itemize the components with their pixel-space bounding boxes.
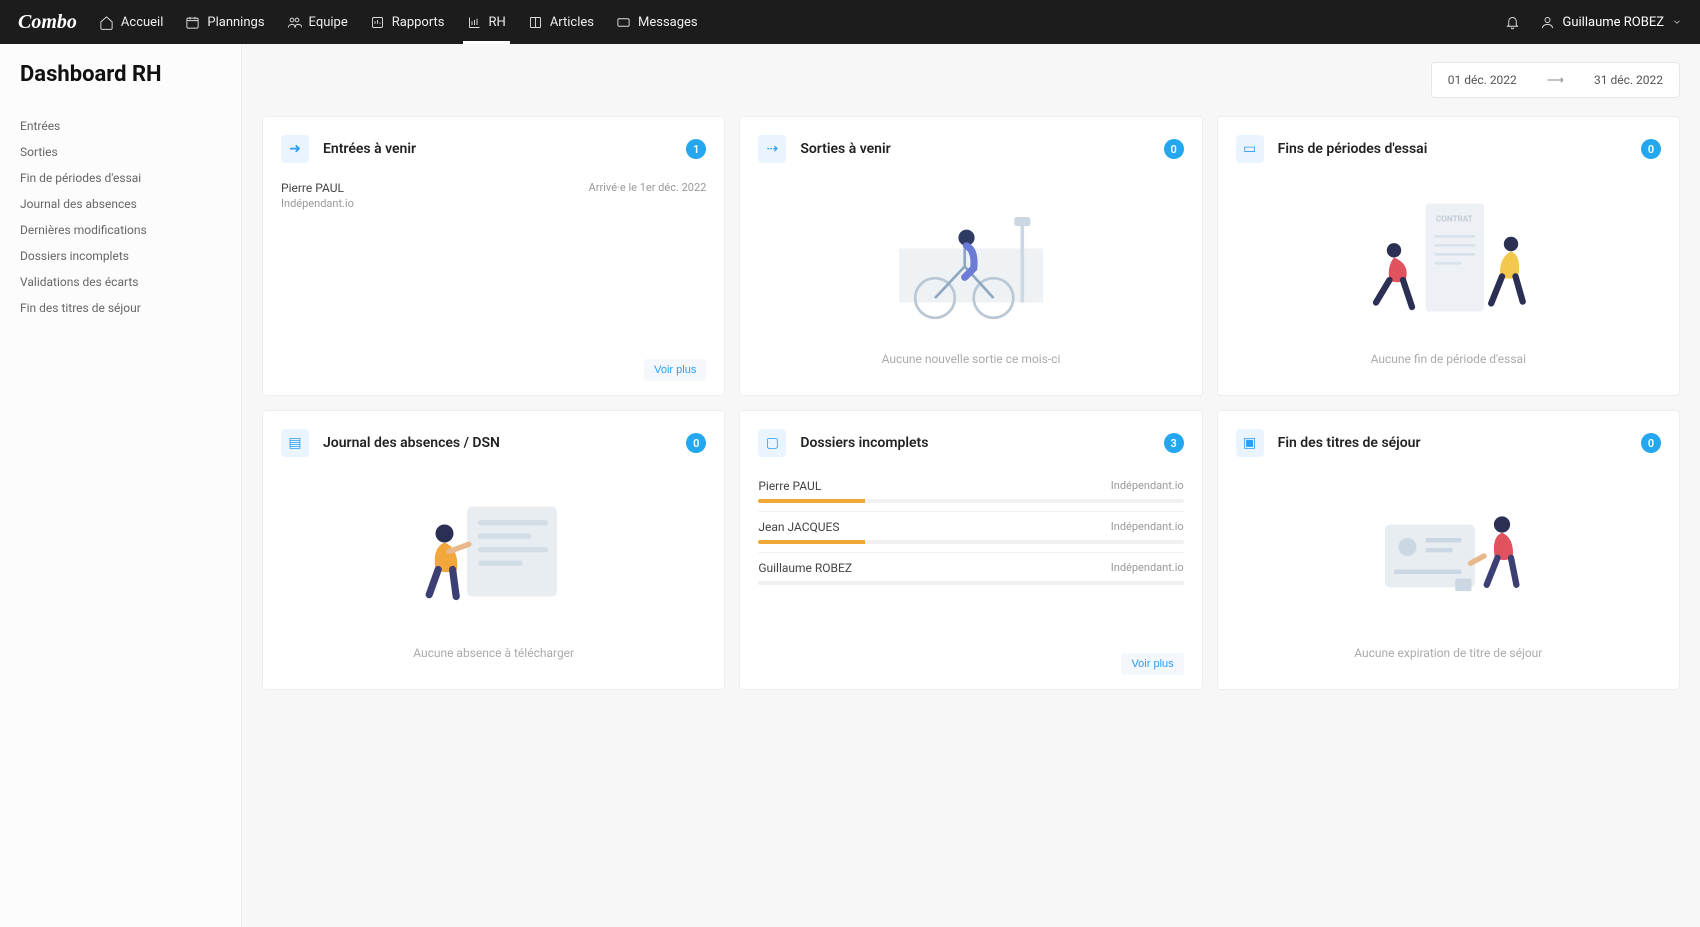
- logout-icon: ⇢: [758, 135, 786, 163]
- sidebar-item-modifications[interactable]: Dernières modifications: [20, 217, 221, 243]
- card-dossiers-count: 3: [1164, 433, 1184, 453]
- voir-plus-button[interactable]: Voir plus: [644, 359, 706, 381]
- main-content: 01 déc. 2022 ⟶ 31 déc. 2022 ➜ Entrées à …: [242, 44, 1700, 927]
- list-item[interactable]: Pierre PAUL Indépendant.io: [758, 471, 1183, 511]
- folder-icon: ▢: [758, 429, 786, 457]
- nav-articles[interactable]: Articles: [528, 0, 594, 44]
- nav-rh[interactable]: RH: [467, 0, 506, 44]
- card-sorties-count: 0: [1164, 139, 1184, 159]
- sidebar-item-entrees[interactable]: Entrées: [20, 113, 221, 139]
- list-item[interactable]: Pierre PAUL Indépendant.io Arrivé·e le 1…: [281, 177, 706, 214]
- dossier-loc: Indépendant.io: [1111, 479, 1184, 493]
- card-essai-title: Fins de périodes d'essai: [1278, 141, 1627, 157]
- id-illustration: [1358, 486, 1538, 626]
- nav-plannings[interactable]: Plannings: [185, 0, 264, 44]
- nav-home-label: Accueil: [121, 15, 163, 30]
- sidebar-item-sejour[interactable]: Fin des titres de séjour: [20, 295, 221, 321]
- sidebar-item-ecarts[interactable]: Validations des écarts: [20, 269, 221, 295]
- voir-plus-button[interactable]: Voir plus: [1121, 653, 1183, 675]
- nav-plannings-label: Plannings: [207, 15, 264, 30]
- main-nav: Accueil Plannings Equipe Rapports RH Art…: [99, 0, 698, 44]
- chevron-down-icon: [1672, 17, 1682, 27]
- document-icon: ▤: [281, 429, 309, 457]
- card-absences-title: Journal des absences / DSN: [323, 435, 672, 451]
- date-from: 01 déc. 2022: [1448, 73, 1517, 87]
- bell-icon[interactable]: [1505, 15, 1520, 30]
- nav-reports-label: Rapports: [392, 15, 445, 30]
- nav-home[interactable]: Accueil: [99, 0, 163, 44]
- sidebar-list: Entrées Sorties Fin de périodes d'essai …: [20, 113, 221, 321]
- card-essai: ▭ Fins de périodes d'essai 0 CONTRAT: [1217, 116, 1680, 396]
- card-entrees-title: Entrées à venir: [323, 141, 672, 157]
- card-sejour-title: Fin des titres de séjour: [1278, 435, 1627, 451]
- card-absences: ▤ Journal des absences / DSN 0: [262, 410, 725, 690]
- bicycle-illustration: [881, 192, 1061, 332]
- list-illustration: [404, 486, 584, 626]
- arrow-right-icon: ⟶: [1547, 73, 1564, 87]
- sidebar-item-absences[interactable]: Journal des absences: [20, 191, 221, 217]
- card-dossiers: ▢ Dossiers incomplets 3 Pierre PAUL Indé…: [739, 410, 1202, 690]
- briefcase-icon: ▭: [1236, 135, 1264, 163]
- nav-articles-label: Articles: [550, 15, 594, 30]
- svg-text:CONTRAT: CONTRAT: [1436, 214, 1473, 224]
- logo[interactable]: Combo: [18, 11, 77, 34]
- contract-illustration: CONTRAT: [1358, 192, 1538, 332]
- date-to: 31 déc. 2022: [1594, 73, 1663, 87]
- top-header: Combo Accueil Plannings Equipe Rapports …: [0, 0, 1700, 44]
- card-sejour-count: 0: [1641, 433, 1661, 453]
- nav-team-label: Equipe: [309, 15, 348, 30]
- card-essai-count: 0: [1641, 139, 1661, 159]
- date-range-picker[interactable]: 01 déc. 2022 ⟶ 31 déc. 2022: [1431, 62, 1680, 98]
- empty-text: Aucune nouvelle sortie ce mois-ci: [882, 352, 1061, 366]
- card-entrees: ➜ Entrées à venir 1 Pierre PAUL Indépend…: [262, 116, 725, 396]
- list-item[interactable]: Jean JACQUES Indépendant.io: [758, 511, 1183, 552]
- dossier-name: Jean JACQUES: [758, 520, 839, 534]
- empty-text: Aucune expiration de titre de séjour: [1354, 646, 1542, 660]
- sidebar: Dashboard RH Entrées Sorties Fin de péri…: [0, 44, 242, 927]
- nav-messages-label: Messages: [638, 15, 698, 30]
- nav-messages[interactable]: Messages: [616, 0, 698, 44]
- sidebar-item-dossiers[interactable]: Dossiers incomplets: [20, 243, 221, 269]
- card-entrees-count: 1: [686, 139, 706, 159]
- card-dossiers-title: Dossiers incomplets: [800, 435, 1149, 451]
- card-sejour: ▣ Fin des titres de séjour 0: [1217, 410, 1680, 690]
- entry-name: Pierre PAUL: [281, 181, 354, 195]
- nav-reports[interactable]: Rapports: [370, 0, 445, 44]
- progress-bar: [758, 499, 1183, 503]
- empty-text: Aucune absence à télécharger: [413, 646, 574, 660]
- page-title: Dashboard RH: [20, 62, 221, 87]
- dossier-loc: Indépendant.io: [1111, 520, 1184, 534]
- book-icon: [528, 15, 543, 30]
- card-sorties: ⇢ Sorties à venir 0: [739, 116, 1202, 396]
- nav-team[interactable]: Equipe: [287, 0, 348, 44]
- reports-icon: [370, 15, 385, 30]
- home-icon: [99, 15, 114, 30]
- user-name: Guillaume ROBEZ: [1563, 15, 1665, 30]
- team-icon: [287, 15, 302, 30]
- message-icon: [616, 15, 631, 30]
- login-icon: ➜: [281, 135, 309, 163]
- entry-loc: Indépendant.io: [281, 197, 354, 210]
- sidebar-item-sorties[interactable]: Sorties: [20, 139, 221, 165]
- entry-detail: Arrivé·e le 1er déc. 2022: [589, 181, 707, 210]
- card-sorties-title: Sorties à venir: [800, 141, 1149, 157]
- chart-icon: [467, 15, 482, 30]
- calendar-icon: [185, 15, 200, 30]
- progress-bar: [758, 581, 1183, 585]
- progress-bar: [758, 540, 1183, 544]
- card-absences-count: 0: [686, 433, 706, 453]
- id-card-icon: ▣: [1236, 429, 1264, 457]
- dossier-name: Guillaume ROBEZ: [758, 561, 852, 575]
- user-icon: [1540, 15, 1555, 30]
- empty-text: Aucune fin de période d'essai: [1371, 352, 1526, 366]
- user-menu[interactable]: Guillaume ROBEZ: [1540, 15, 1683, 30]
- dossier-loc: Indépendant.io: [1111, 561, 1184, 575]
- list-item[interactable]: Guillaume ROBEZ Indépendant.io: [758, 552, 1183, 593]
- dossier-name: Pierre PAUL: [758, 479, 821, 493]
- sidebar-item-essai[interactable]: Fin de périodes d'essai: [20, 165, 221, 191]
- nav-rh-label: RH: [489, 15, 506, 30]
